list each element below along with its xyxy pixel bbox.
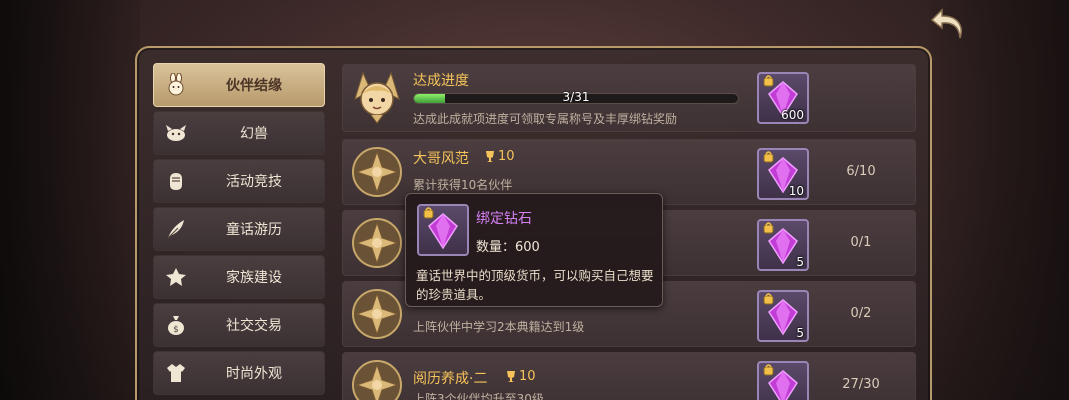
achievement-progress: 0/2 [850, 306, 872, 321]
reward-gem-button[interactable]: 5 [757, 219, 809, 271]
achievement-description: 上阵3个伙伴均升至30级 [413, 392, 544, 400]
achievement-points: 10 [519, 369, 536, 384]
tab-family-building[interactable]: 家族建设 [153, 255, 325, 299]
tooltip-item-name: 绑定钻石 [476, 211, 532, 227]
progress-description: 达成此成就项进度可领取专属称号及丰厚绑钻奖励 [413, 112, 678, 126]
progress-summary-row: 达成进度 3/31 达成此成就项进度可领取专属称号及丰厚绑钻奖励 600 [342, 64, 916, 132]
reward-count: 600 [781, 108, 804, 122]
tab-partner-bond[interactable]: 伙伴结缘 [153, 63, 325, 107]
tab-beast[interactable]: 幻兽 [153, 111, 325, 155]
trophy-icon [507, 371, 515, 382]
medal-icon [352, 218, 402, 268]
fist-icon [170, 173, 182, 190]
achievement-title: 阅历养成·二 [413, 371, 488, 387]
gem-icon [423, 207, 458, 250]
achievement-progress: 0/1 [850, 235, 872, 250]
reward-count: 10 [788, 184, 804, 198]
medal-icon [352, 147, 402, 197]
achievement-description: 累计获得10名伙伴 [413, 178, 513, 192]
tab-label: 社交交易 [226, 318, 282, 334]
medal-icon [352, 289, 402, 339]
progress-title: 达成进度 [413, 73, 469, 89]
gem-icon [763, 364, 798, 400]
achievement-title: 大哥风范 [413, 151, 469, 167]
medal-icon [352, 360, 402, 400]
outfit-icon [167, 364, 185, 382]
progress-text: 3/31 [562, 90, 590, 104]
tab-label: 幻兽 [240, 126, 268, 142]
reward-gem-button[interactable]: 5 [757, 290, 809, 342]
tooltip-gem-frame [417, 204, 469, 256]
feather-icon [167, 220, 184, 239]
crest-icon [166, 268, 186, 286]
svg-text:$: $ [173, 325, 179, 335]
beast-icon [166, 125, 186, 141]
tab-label: 家族建设 [226, 270, 282, 286]
achievement-progress: 6/10 [846, 164, 876, 179]
character-portrait-icon [354, 71, 400, 124]
tooltip-description: 童话世界中的顶级货币，可以购买自己想要的珍贵道具。 [416, 268, 654, 302]
tab-label: 伙伴结缘 [226, 78, 282, 94]
back-arrow-icon [930, 8, 962, 39]
reward-gem-button[interactable]: 10 [757, 148, 809, 200]
money-bag-icon: $ [168, 316, 184, 335]
reward-count: 5 [796, 255, 804, 269]
tab-label: 时尚外观 [226, 366, 282, 382]
tab-label: 活动竞技 [226, 174, 282, 190]
tab-social-trade[interactable]: $ 社交交易 [153, 303, 325, 347]
background-tree-right [929, 0, 1069, 400]
item-tooltip: 绑定钻石 数量：600 童话世界中的顶级货币，可以购买自己想要的珍贵道具。 [405, 193, 663, 307]
reward-count: 5 [796, 326, 804, 340]
tab-activity-competition[interactable]: 活动竞技 [153, 159, 325, 203]
achievement-points: 10 [498, 149, 515, 164]
achievement-row: 阅历养成·二 10 上阵3个伙伴均升至30级 27/30 [342, 352, 916, 400]
trophy-icon [486, 151, 494, 162]
background-tree-left [0, 0, 140, 400]
reward-gem-button[interactable]: 600 [757, 72, 809, 124]
rabbit-icon [168, 73, 184, 96]
tooltip-quantity: 数量：600 [476, 240, 540, 255]
achievement-description: 上阵伙伴中学习2本典籍达到1级 [413, 320, 585, 334]
back-button[interactable] [928, 4, 972, 44]
tab-fashion-appearance[interactable]: 时尚外观 [153, 351, 325, 395]
tab-fairytale-journey[interactable]: 童话游历 [153, 207, 325, 251]
achievement-progress: 27/30 [842, 377, 880, 392]
tab-label: 童话游历 [226, 222, 282, 238]
reward-gem-button[interactable] [757, 361, 809, 400]
